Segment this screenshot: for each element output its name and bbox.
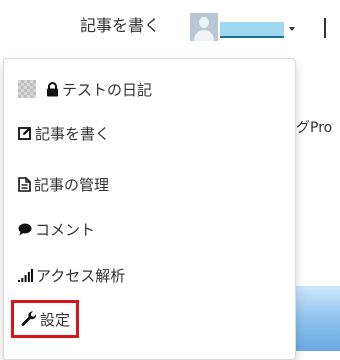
signal-bars-icon bbox=[18, 268, 33, 282]
document-icon bbox=[18, 176, 31, 192]
user-menu-toggle[interactable] bbox=[190, 13, 295, 41]
write-article-link[interactable]: 記事を書く bbox=[80, 15, 160, 37]
background-page-text: グPro bbox=[296, 120, 333, 136]
menu-item-comments[interactable]: コメント bbox=[18, 217, 95, 241]
menu-item-label: 設定 bbox=[40, 310, 71, 329]
top-header: 記事を書く bbox=[0, 0, 340, 58]
lock-icon bbox=[46, 81, 59, 97]
edit-icon bbox=[18, 126, 32, 140]
menu-item-label: 記事を書く bbox=[35, 124, 111, 143]
menu-item-settings[interactable]: 設定 bbox=[11, 300, 79, 338]
menu-item-write-article[interactable]: 記事を書く bbox=[18, 121, 110, 145]
header-divider bbox=[324, 18, 326, 38]
menu-item-label: アクセス解析 bbox=[36, 266, 126, 285]
avatar bbox=[190, 13, 218, 41]
username-redacted bbox=[220, 22, 284, 38]
background-page-image bbox=[296, 286, 340, 351]
caret-down-icon bbox=[289, 27, 295, 31]
user-dropdown-menu: テストの日記 記事を書く 記事の管理 コメント アクセス解析 設定 bbox=[3, 58, 296, 360]
menu-item-label: テストの日記 bbox=[62, 80, 153, 99]
menu-item-manage-articles[interactable]: 記事の管理 bbox=[18, 172, 109, 196]
blog-thumbnail bbox=[18, 80, 36, 98]
comment-icon bbox=[18, 223, 32, 236]
menu-item-label: コメント bbox=[35, 220, 96, 239]
menu-item-analytics[interactable]: アクセス解析 bbox=[18, 263, 125, 287]
wrench-icon bbox=[21, 311, 37, 327]
menu-item-label: 記事の管理 bbox=[34, 175, 110, 194]
menu-item-blog[interactable]: テストの日記 bbox=[18, 77, 152, 101]
